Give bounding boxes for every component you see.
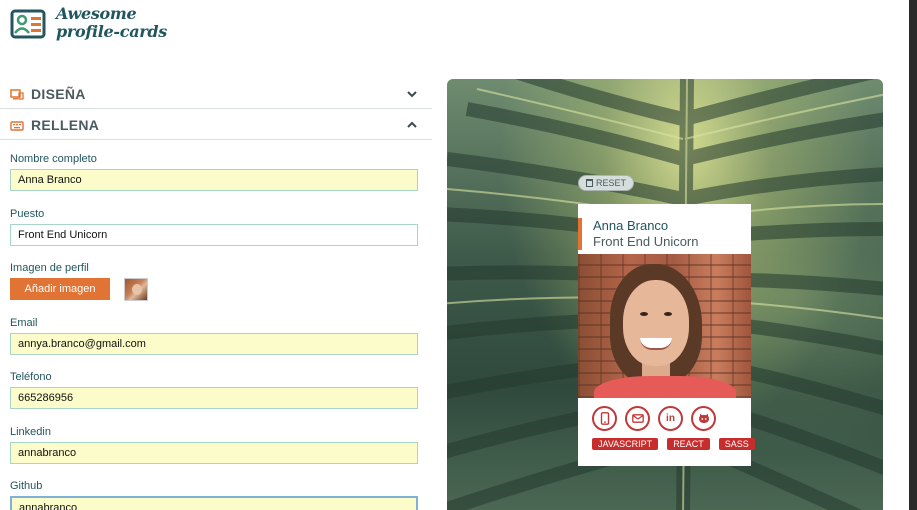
skills-list: JAVASCRIPT REACT SASS	[592, 438, 755, 450]
email-input[interactable]: annya.branco@gmail.com	[10, 333, 418, 355]
reset-button[interactable]: RESET	[578, 175, 634, 191]
section-design-header[interactable]: DISEÑA	[0, 80, 432, 109]
phone-input[interactable]: 665286956	[10, 387, 418, 409]
linkedin-input[interactable]: annabranco	[10, 442, 418, 464]
skill-tag: REACT	[667, 438, 710, 450]
skill-tag: JAVASCRIPT	[592, 438, 659, 450]
social-links: in	[592, 406, 716, 431]
linkedin-label: Linkedin	[10, 426, 51, 438]
profile-card-icon	[10, 9, 46, 39]
github-label: Github	[10, 480, 43, 492]
github-input[interactable]: annabranco	[10, 496, 418, 510]
phone-label: Teléfono	[10, 371, 52, 383]
logo-text: Awesome profile-cards	[56, 5, 167, 41]
section-design-label: DISEÑA	[31, 86, 86, 102]
chevron-up-icon[interactable]	[406, 119, 418, 131]
add-image-button[interactable]: Añadir imagen	[10, 278, 110, 300]
chevron-down-icon[interactable]	[406, 88, 418, 100]
card-photo	[578, 254, 751, 398]
github-icon[interactable]	[691, 406, 716, 431]
logo-line-1: Awesome	[56, 4, 137, 23]
card-name: Anna Branco	[593, 218, 669, 233]
card-preview: RESET Anna Branco Front End Unicorn in J…	[447, 79, 883, 510]
job-label: Puesto	[10, 208, 45, 220]
card-job: Front End Unicorn	[593, 234, 699, 249]
profile-image-thumbnail	[124, 278, 148, 301]
image-label: Imagen de perfil	[10, 262, 89, 274]
section-fill-header[interactable]: RELLENA	[0, 111, 432, 140]
section-fill-label: RELLENA	[31, 117, 100, 133]
card-header: Anna Branco Front End Unicorn	[578, 218, 751, 250]
phone-icon[interactable]	[592, 406, 617, 431]
trash-icon	[585, 179, 593, 187]
email-label: Email	[10, 317, 38, 329]
name-input[interactable]: Anna Branco	[10, 169, 418, 191]
logo-line-2: profile-cards	[56, 22, 167, 41]
mail-icon[interactable]	[625, 406, 650, 431]
profile-card: Anna Branco Front End Unicorn in JAVASCR…	[578, 204, 755, 466]
window-edge	[909, 0, 917, 510]
job-input[interactable]: Front End Unicorn	[10, 224, 418, 246]
form-panel: DISEÑA RELLENA	[0, 80, 432, 140]
keyboard-icon	[10, 119, 24, 131]
name-label: Nombre completo	[10, 153, 97, 165]
app-logo[interactable]: Awesome profile-cards	[10, 5, 170, 47]
reset-label: RESET	[595, 178, 626, 188]
linkedin-icon[interactable]: in	[658, 406, 683, 431]
skill-tag: SASS	[718, 438, 755, 450]
monitor-icon	[10, 88, 24, 100]
